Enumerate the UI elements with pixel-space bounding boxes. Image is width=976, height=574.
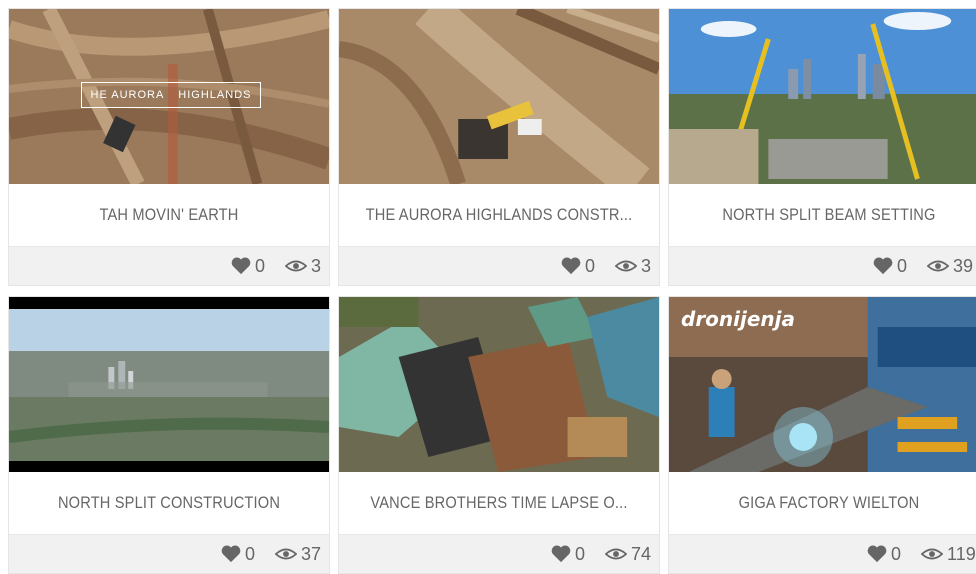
video-thumbnail[interactable]: [669, 9, 976, 184]
video-title[interactable]: TAH MOVIN' EARTH: [31, 184, 306, 246]
eye-icon: [927, 260, 950, 272]
eye-icon: [614, 260, 637, 272]
like-count[interactable]: 0: [873, 256, 907, 277]
video-stats: 0 39: [669, 246, 976, 285]
eye-icon: [921, 548, 944, 560]
video-thumbnail[interactable]: [9, 297, 329, 472]
like-count[interactable]: 0: [561, 256, 595, 277]
heart-icon: [561, 257, 581, 275]
video-card[interactable]: NORTH SPLIT BEAM SETTING 0 39: [668, 8, 976, 286]
video-title[interactable]: VANCE BROTHERS TIME LAPSE O...: [361, 472, 636, 534]
like-value: 0: [891, 543, 902, 564]
video-stats: 0 119: [669, 534, 976, 573]
video-watermark: HE AURORA HIGHLANDS: [81, 82, 261, 108]
video-card[interactable]: dronijenja GIGA FACTORY WIELTON 0 119: [668, 296, 976, 574]
like-count[interactable]: 0: [231, 256, 265, 277]
view-count: 37: [274, 543, 321, 565]
like-value: 0: [584, 255, 595, 276]
view-value: 37: [300, 543, 321, 564]
view-count: 119: [921, 544, 976, 565]
video-title[interactable]: NORTH SPLIT CONSTRUCTION: [31, 472, 306, 534]
like-value: 0: [244, 543, 255, 564]
video-title[interactable]: GIGA FACTORY WIELTON: [691, 472, 966, 534]
watermark-text-right: HIGHLANDS: [178, 89, 252, 101]
video-title[interactable]: NORTH SPLIT BEAM SETTING: [691, 184, 966, 246]
view-count: 39: [927, 256, 973, 277]
video-card[interactable]: HE AURORA HIGHLANDS TAH MOVIN' EARTH 0 3: [8, 8, 330, 286]
video-thumbnail[interactable]: HE AURORA HIGHLANDS: [9, 9, 329, 184]
video-title[interactable]: THE AURORA HIGHLANDS CONSTR...: [361, 184, 636, 246]
video-card[interactable]: VANCE BROTHERS TIME LAPSE O... 0 74: [338, 296, 660, 574]
video-stats: 0 74: [339, 534, 659, 573]
view-count: 74: [604, 543, 651, 565]
view-value: 119: [947, 543, 976, 564]
like-value: 0: [897, 255, 908, 276]
like-count[interactable]: 0: [867, 544, 901, 565]
view-count: 3: [614, 255, 651, 277]
heart-icon: [221, 545, 241, 563]
video-card[interactable]: NORTH SPLIT CONSTRUCTION 0 37: [8, 296, 330, 574]
video-stats: 0 3: [339, 246, 659, 285]
like-count[interactable]: 0: [551, 544, 585, 565]
like-value: 0: [254, 255, 265, 276]
video-stats: 0 3: [9, 246, 329, 285]
view-value: 3: [640, 255, 651, 276]
heart-icon: [873, 257, 893, 275]
video-thumbnail[interactable]: [339, 297, 659, 472]
eye-icon: [604, 548, 627, 560]
like-value: 0: [574, 543, 585, 564]
heart-icon: [551, 545, 571, 563]
video-thumbnail[interactable]: dronijenja: [669, 297, 976, 472]
view-value: 39: [953, 255, 974, 276]
view-value: 3: [310, 255, 321, 276]
eye-icon: [274, 548, 297, 560]
video-stats: 0 37: [9, 534, 329, 573]
eye-icon: [284, 260, 307, 272]
like-count[interactable]: 0: [221, 544, 255, 565]
view-count: 3: [284, 255, 321, 277]
heart-icon: [867, 545, 887, 563]
brand-logo: dronijenja: [681, 307, 796, 331]
watermark-text-left: HE AURORA: [90, 89, 165, 101]
view-value: 74: [630, 543, 651, 564]
heart-icon: [231, 257, 251, 275]
video-card[interactable]: THE AURORA HIGHLANDS CONSTR... 0 3: [338, 8, 660, 286]
video-grid: HE AURORA HIGHLANDS TAH MOVIN' EARTH 0 3: [0, 0, 976, 574]
video-thumbnail[interactable]: [339, 9, 659, 184]
